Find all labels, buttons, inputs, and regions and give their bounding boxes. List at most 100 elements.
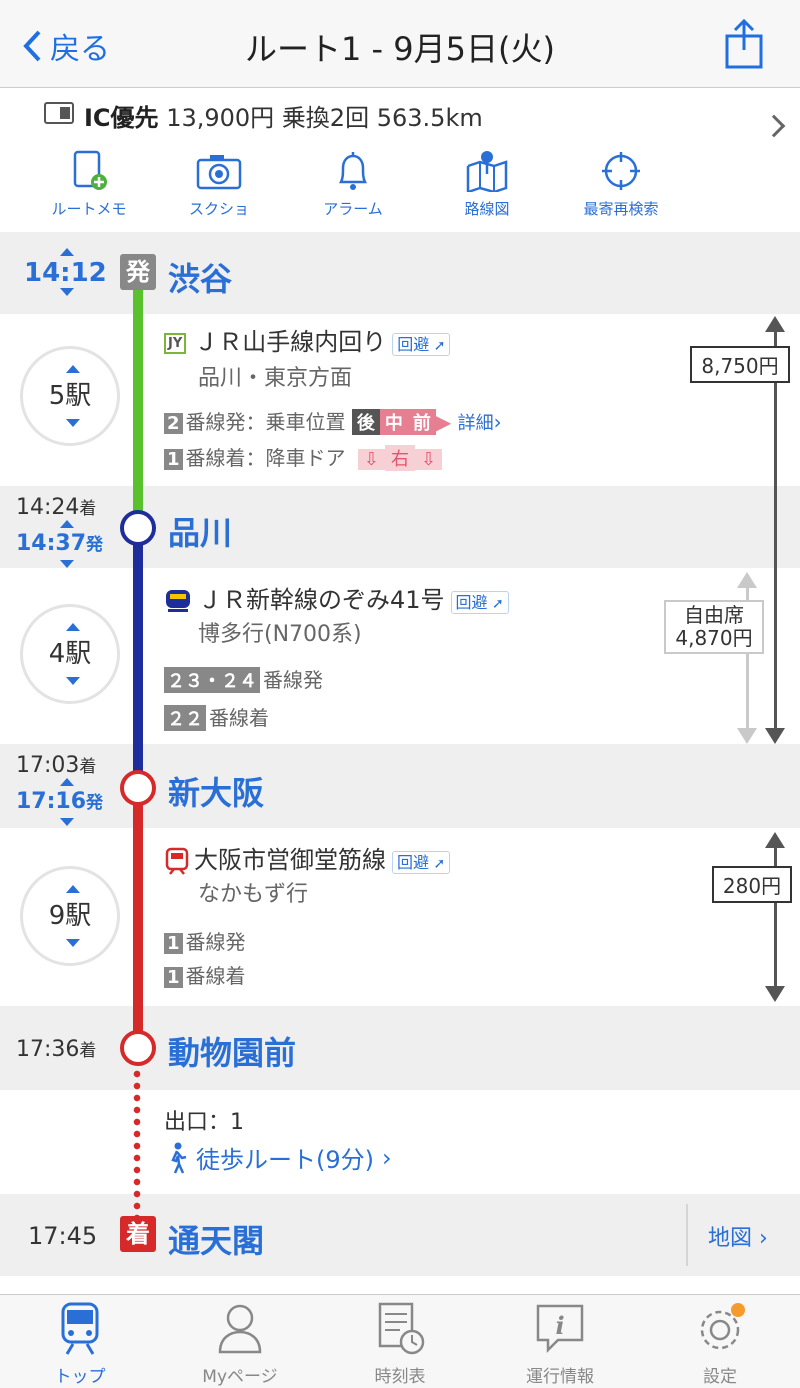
departure-suffix: 発 <box>86 535 104 555</box>
time-down-icon[interactable] <box>60 288 74 296</box>
map-button[interactable]: 地図 › <box>708 1220 768 1252</box>
arrival-suffix: 着 <box>79 757 97 777</box>
navigation-bar: ルート1 - 9月5日(火) 戻る <box>0 0 800 88</box>
tool-label: ルートメモ <box>51 200 127 218</box>
door-down-icon: ⇩ <box>414 449 443 470</box>
direction: 品川・東京方面 <box>198 366 353 391</box>
station-count[interactable]: 4駅 <box>20 604 120 704</box>
crosshair-icon <box>602 152 640 190</box>
arrival-time-value: 17:36 <box>16 1037 80 1062</box>
chevron-right-small-icon: › <box>493 410 502 434</box>
time-up-icon[interactable] <box>60 520 74 528</box>
summary-fare: 13,900円 <box>166 104 275 132</box>
platform-text: 番線発：乗車位置 <box>185 410 346 434</box>
route-line-shinkansen <box>133 530 143 780</box>
count-down-icon <box>66 419 80 427</box>
arrival-platform: 1 番線着：降車ドア ⇩ 右 ⇩ <box>164 442 443 471</box>
car-position-front: 前 <box>407 409 436 435</box>
fare-range-down-arrow <box>737 728 757 744</box>
tab-label: 設定 <box>703 1367 737 1387</box>
summary-transfers: 乗換2回 <box>281 104 370 132</box>
platform-number: 1 <box>164 449 183 470</box>
line-name-row[interactable]: ＪＲ新幹線のぞみ41号 回避 <box>164 580 509 615</box>
count-down-icon <box>66 939 80 947</box>
door-down-icon: ⇩ <box>357 449 385 470</box>
route-line-yamanote <box>133 290 143 520</box>
ic-card-icon <box>44 102 74 124</box>
chevron-left-icon <box>23 30 41 62</box>
chevron-right-icon: › <box>759 1226 768 1251</box>
tab-label: 時刻表 <box>374 1367 426 1387</box>
tool-nearby-research[interactable]: 最寄再検索 <box>556 150 686 219</box>
origin-time: 14:12 <box>24 258 107 288</box>
depart-badge: 発 <box>120 254 156 290</box>
station-count-value: 5駅 <box>48 381 92 411</box>
walk-route-link[interactable]: 徒歩ルート(9分) › <box>166 1140 392 1175</box>
tab-timetable[interactable]: 時刻表 <box>320 1300 480 1387</box>
share-icon[interactable] <box>724 18 764 70</box>
time-down-icon[interactable] <box>60 818 74 826</box>
avoid-button[interactable]: 回避 <box>450 591 509 614</box>
tool-screenshot[interactable]: スクショ <box>154 150 284 219</box>
line-name-row[interactable]: JY ＪＲ山手線内回り 回避 <box>164 322 451 357</box>
tool-route-memo[interactable]: ルートメモ <box>24 150 154 219</box>
fare-midosuji: 280円 <box>712 866 792 903</box>
map-label: 地図 <box>708 1226 753 1251</box>
time-up-icon[interactable] <box>60 248 74 256</box>
platform-number: ２３・２４ <box>164 667 260 693</box>
station-name[interactable]: 動物園前 <box>168 1028 296 1074</box>
departure-platform: 1 番線発 <box>164 926 246 955</box>
departure-time: 14:37発 <box>16 530 103 556</box>
detail-link[interactable]: 詳細 <box>458 413 494 434</box>
exit-door-side: 右 <box>384 445 415 471</box>
origin-station-name[interactable]: 渋谷 <box>168 254 232 300</box>
tab-settings[interactable]: 設定 <box>640 1300 800 1387</box>
arrival-platform: 1 番線着 <box>164 960 246 989</box>
tab-mypage[interactable]: Myページ <box>160 1300 320 1387</box>
back-button[interactable]: 戻る <box>22 24 110 68</box>
count-up-icon <box>66 365 80 373</box>
arrow-right-icon: ▶ <box>435 410 452 434</box>
train-icon <box>61 1302 99 1355</box>
timetable-icon <box>378 1302 425 1355</box>
avoid-button[interactable]: 回避 <box>392 333 451 356</box>
arrival-suffix: 着 <box>79 499 97 519</box>
fare-shinkansen-value: 4,870円 <box>675 626 753 650</box>
departure-platform: 2 番線発：乗車位置 後中前 ▶ 詳細› <box>164 406 502 435</box>
tab-service-info[interactable]: i 運行情報 <box>480 1300 640 1387</box>
summary-text: IC優先 13,900円 乗換2回 563.5km <box>84 98 483 133</box>
fare-range-down-arrow <box>765 986 785 1002</box>
station-count[interactable]: 5駅 <box>20 346 120 446</box>
car-position-rear: 後 <box>351 409 380 435</box>
line-name-row[interactable]: 大阪市営御堂筋線 回避 <box>164 840 451 875</box>
departure-suffix: 発 <box>86 793 104 813</box>
tool-label: 路線図 <box>464 200 510 218</box>
departure-time-value: 14:37 <box>16 531 87 556</box>
time-down-icon[interactable] <box>60 560 74 568</box>
info-icon: i <box>536 1304 584 1354</box>
time-up-icon[interactable] <box>60 778 74 786</box>
count-up-icon <box>66 623 80 631</box>
platform-text: 番線発 <box>263 668 323 692</box>
platform-number: 2 <box>164 413 183 434</box>
walk-route-line <box>133 1068 141 1216</box>
platform-text: 番線着 <box>185 964 246 988</box>
station-count[interactable]: 9駅 <box>20 866 120 966</box>
tool-route-map[interactable]: 路線図 <box>422 150 552 219</box>
platform-text: 番線発 <box>185 930 246 954</box>
tab-label: Myページ <box>202 1367 278 1387</box>
tab-top[interactable]: トップ <box>0 1300 160 1387</box>
route-line-midosuji <box>133 790 143 1040</box>
line-name: ＪＲ山手線内回り <box>194 328 387 356</box>
tool-alarm[interactable]: アラーム <box>288 150 418 219</box>
fare-yamanote: 8,750円 <box>690 346 790 383</box>
back-label: 戻る <box>50 32 110 67</box>
platform-number: 1 <box>164 933 183 954</box>
avoid-button[interactable]: 回避 <box>392 851 451 874</box>
subway-icon <box>165 847 189 875</box>
station-name[interactable]: 品川 <box>168 508 232 554</box>
destination-station-name[interactable]: 通天閣 <box>168 1216 264 1262</box>
station-name[interactable]: 新大阪 <box>168 768 264 814</box>
tab-label: 運行情報 <box>526 1367 594 1387</box>
station-node <box>120 1030 156 1066</box>
